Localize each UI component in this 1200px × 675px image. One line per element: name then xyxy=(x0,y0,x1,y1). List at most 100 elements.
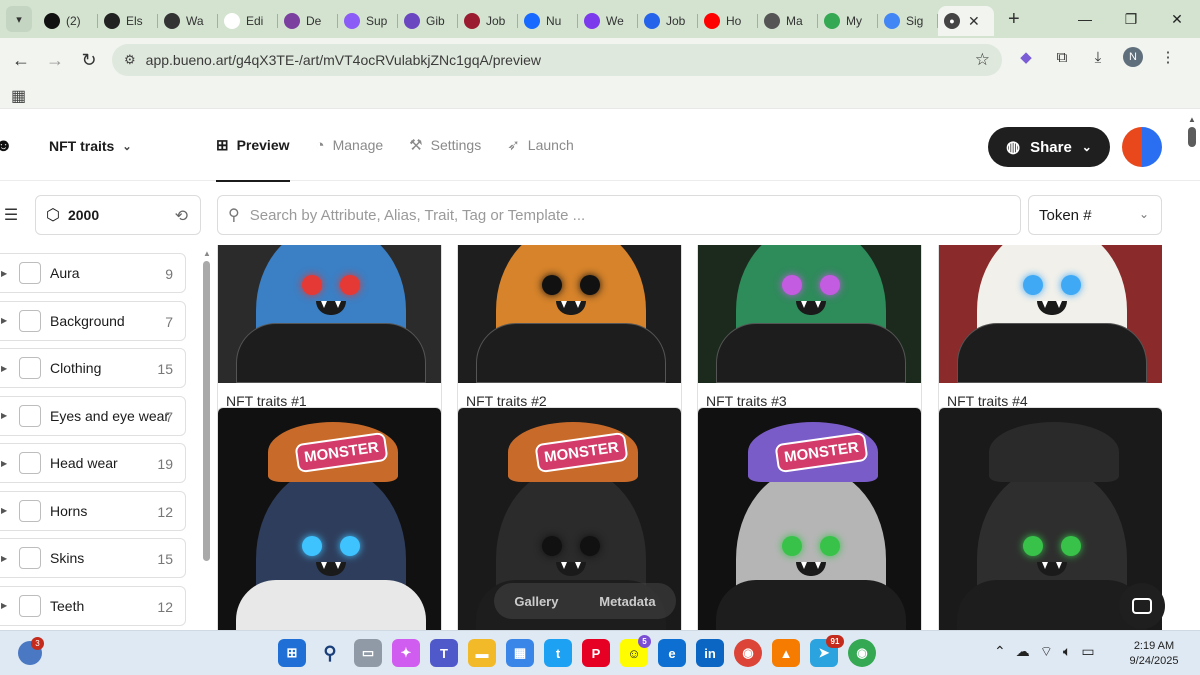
reload-icon[interactable]: ↻ xyxy=(72,43,106,77)
new-tab-button[interactable]: + xyxy=(1008,8,1020,31)
browser-tab[interactable]: Job xyxy=(638,6,698,36)
window-close-icon[interactable]: ✕ xyxy=(1154,0,1200,38)
search-input[interactable] xyxy=(249,206,990,224)
nav-tab-settings[interactable]: ⚒ Settings xyxy=(409,109,481,181)
vlc-icon[interactable]: ▲ xyxy=(772,639,800,667)
sort-dropdown[interactable]: Token # ⌄ xyxy=(1028,195,1162,235)
browser-tab[interactable]: Edi xyxy=(218,6,278,36)
download-icon[interactable]: ⤓ xyxy=(1087,46,1109,68)
extensions-puzzle-icon[interactable]: ⧉ xyxy=(1051,46,1073,68)
attribute-filter-background[interactable]: ▶ Background 7 xyxy=(0,300,186,341)
twitter-icon[interactable]: t xyxy=(544,639,572,667)
metadata-tab[interactable]: Metadata xyxy=(599,594,655,609)
forward-icon[interactable]: → xyxy=(38,43,72,77)
bueno-logo-icon[interactable]: ☻ xyxy=(0,135,14,157)
attribute-checkbox[interactable] xyxy=(19,499,41,522)
caret-right-icon[interactable]: ▶ xyxy=(1,601,15,610)
browser-tab[interactable]: (2) xyxy=(38,6,98,36)
browser-tab[interactable]: De xyxy=(278,6,338,36)
caret-right-icon[interactable]: ▶ xyxy=(1,316,15,325)
browser-tab[interactable]: Sig xyxy=(878,6,938,36)
attribute-filter-eyes-and-eye-wear[interactable]: ▶ Eyes and eye wear 7 xyxy=(0,395,186,436)
attribute-filter-head-wear[interactable]: ▶ Head wear 19 xyxy=(0,443,186,483)
token-card[interactable]: NFT traits #2 xyxy=(457,245,682,420)
share-button[interactable]: ◍ Share ⌄ xyxy=(988,127,1110,167)
nav-tab-preview[interactable]: ⊞ Preview xyxy=(216,109,290,182)
attribute-checkbox[interactable] xyxy=(19,547,41,569)
tab-search-button[interactable]: ▾ xyxy=(6,6,32,32)
attribute-checkbox[interactable] xyxy=(19,309,41,332)
browser-tab[interactable]: Sup xyxy=(338,6,398,36)
chrome-icon[interactable]: ◉ xyxy=(734,639,762,667)
filter-toggle-icon[interactable]: ☰ xyxy=(0,195,26,235)
attribute-filter-horns[interactable]: ▶ Horns 12 xyxy=(0,490,186,531)
chat-support-button[interactable] xyxy=(1119,583,1165,629)
caret-right-icon[interactable]: ▶ xyxy=(1,411,15,420)
wifi-icon[interactable]: ⌔ xyxy=(1040,643,1053,661)
browser-tab[interactable]: We xyxy=(578,6,638,36)
attribute-checkbox[interactable] xyxy=(19,357,41,379)
start-icon[interactable]: ⊞ xyxy=(278,639,306,667)
pinterest-icon[interactable]: P xyxy=(582,639,610,667)
close-tab-icon[interactable]: ✕ xyxy=(968,13,980,30)
clock[interactable]: 2:19 AM 9/24/2025 xyxy=(1124,639,1184,669)
chrome-profile-icon[interactable]: ◉ xyxy=(848,639,876,667)
volume-icon[interactable]: 🔈︎ xyxy=(1063,643,1071,661)
nav-tab-launch[interactable]: ➶ Launch xyxy=(507,109,574,181)
scroll-up-icon[interactable]: ▲ xyxy=(203,249,211,258)
search-icon[interactable]: ⚲ xyxy=(316,639,344,667)
site-info-icon[interactable]: ⚙ xyxy=(124,52,136,68)
token-card[interactable]: NFT traits #1 xyxy=(217,245,442,420)
tab-active[interactable]: ● ✕ xyxy=(938,6,994,36)
caret-right-icon[interactable]: ▶ xyxy=(1,506,15,515)
browser-tab[interactable]: My xyxy=(818,6,878,36)
profile-avatar[interactable]: N xyxy=(1123,47,1143,67)
page-scrollbar[interactable] xyxy=(1188,127,1196,147)
attribute-checkbox[interactable] xyxy=(19,262,41,284)
browser-tab[interactable]: Job xyxy=(458,6,518,36)
widgets-icon[interactable]: 3 xyxy=(18,637,44,665)
browser-tab[interactable]: Nu xyxy=(518,6,578,36)
nav-tab-manage[interactable]: ◔ Manage xyxy=(316,109,384,181)
minimize-icon[interactable]: — xyxy=(1062,0,1108,38)
user-avatar[interactable] xyxy=(1122,127,1162,167)
store-icon[interactable]: ▦ xyxy=(506,639,534,667)
copilot-icon[interactable]: ✦ xyxy=(392,639,420,667)
caret-right-icon[interactable]: ▶ xyxy=(1,364,15,373)
browser-tab[interactable]: Ho xyxy=(698,6,758,36)
token-card[interactable]: NFT traits #3 xyxy=(697,245,922,420)
caret-right-icon[interactable]: ▶ xyxy=(1,459,15,468)
chevron-up-icon[interactable]: ⌃ xyxy=(994,643,1006,661)
browser-tab[interactable]: Wa xyxy=(158,6,218,36)
scroll-up-icon[interactable]: ▲ xyxy=(1188,115,1196,124)
teams-icon[interactable]: T xyxy=(430,639,458,667)
linkedin-icon[interactable]: in xyxy=(696,639,724,667)
attribute-filter-skins[interactable]: ▶ Skins 15 xyxy=(0,538,186,578)
attribute-filter-teeth[interactable]: ▶ Teeth 12 xyxy=(0,585,186,626)
telegram-icon[interactable]: ➤ 91 xyxy=(810,635,844,667)
edge-icon[interactable]: e xyxy=(658,639,686,667)
refresh-icon[interactable]: ⟲ xyxy=(175,206,188,226)
file-explorer-icon[interactable]: ▬ xyxy=(468,639,496,667)
apps-grid-icon[interactable]: ▦ xyxy=(11,86,26,106)
battery-icon[interactable]: ▭ xyxy=(1081,643,1094,661)
address-bar[interactable]: ⚙ app.bueno.art/g4qX3TE-/art/mVT4ocRVula… xyxy=(112,44,1002,76)
attribute-checkbox[interactable] xyxy=(19,452,41,474)
task-view-icon[interactable]: ▭ xyxy=(354,639,382,667)
gallery-tab[interactable]: Gallery xyxy=(514,594,558,609)
restore-icon[interactable]: ❐ xyxy=(1108,0,1154,38)
browser-tab[interactable]: Els xyxy=(98,6,158,36)
extension-icon[interactable]: ◆ xyxy=(1015,46,1037,68)
sidebar-scrollbar[interactable] xyxy=(203,261,210,561)
token-card[interactable]: MONSTER xyxy=(697,407,922,631)
snapchat-icon[interactable]: ☺ 5 xyxy=(620,635,651,667)
caret-right-icon[interactable]: ▶ xyxy=(1,554,15,563)
attribute-filter-aura[interactable]: ▶ Aura 9 xyxy=(0,253,186,293)
browser-tab[interactable]: Ma xyxy=(758,6,818,36)
cloud-icon[interactable]: ☁ xyxy=(1016,643,1030,661)
back-icon[interactable]: ← xyxy=(4,43,38,77)
token-card[interactable]: NFT traits #4 xyxy=(938,245,1162,420)
attribute-filter-clothing[interactable]: ▶ Clothing 15 xyxy=(0,348,186,388)
attribute-checkbox[interactable] xyxy=(19,404,41,427)
browser-tab[interactable]: Gib xyxy=(398,6,458,36)
